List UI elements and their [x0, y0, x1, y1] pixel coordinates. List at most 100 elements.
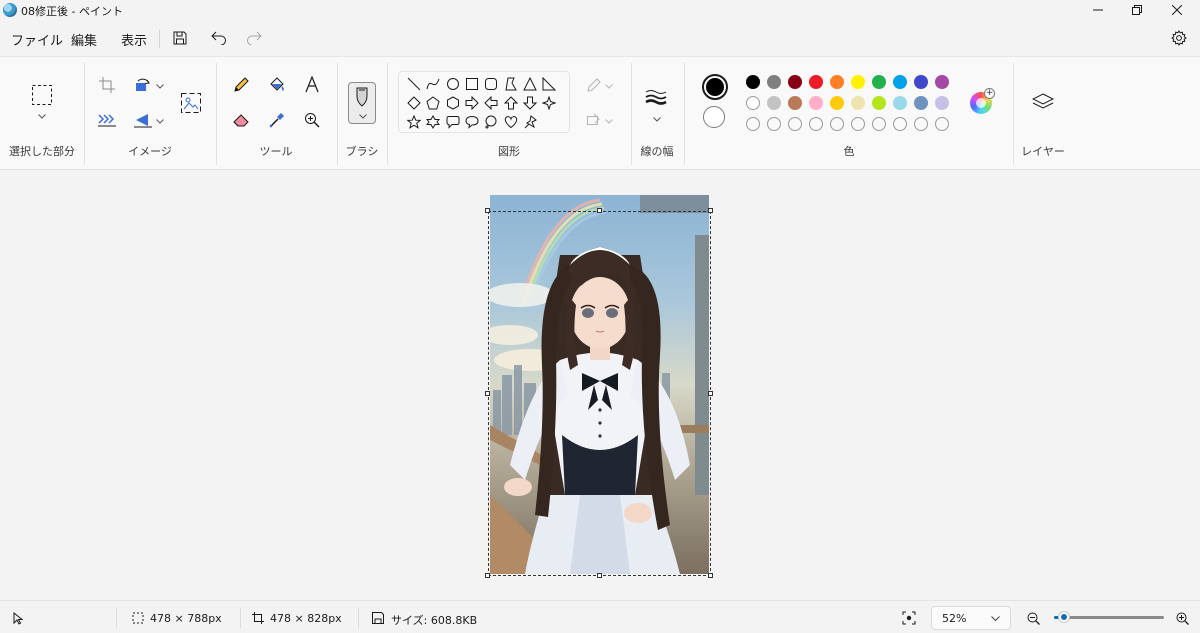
fill-tool-button[interactable] [265, 73, 289, 97]
rotate-button[interactable] [131, 73, 155, 97]
magnifier-tool-button[interactable] [300, 108, 324, 132]
line-shape[interactable] [406, 76, 422, 92]
save-button[interactable] [169, 28, 191, 48]
color-swatch[interactable] [767, 117, 781, 131]
oval-callout-shape[interactable] [464, 114, 480, 130]
zoom-out-button[interactable] [1026, 611, 1040, 625]
fill-dropdown[interactable] [605, 117, 613, 125]
canvas-area[interactable] [0, 171, 1200, 599]
right-triangle-shape[interactable] [541, 76, 557, 92]
color-swatch[interactable] [914, 96, 928, 110]
redo-button[interactable] [243, 28, 265, 48]
color-swatch[interactable] [935, 117, 949, 131]
menu-edit[interactable]: 編集 [71, 30, 97, 49]
diamond-shape[interactable] [406, 95, 422, 111]
fill-style-button[interactable] [582, 108, 606, 132]
flip-dropdown[interactable] [156, 117, 164, 125]
color-swatch[interactable] [788, 96, 802, 110]
zoom-in-button[interactable] [1175, 611, 1189, 625]
color-swatch[interactable] [767, 75, 781, 89]
menu-file[interactable]: ファイル [11, 30, 63, 49]
eraser-tool-button[interactable] [229, 108, 253, 132]
color-swatch[interactable] [893, 75, 907, 89]
resize-handle-left[interactable] [485, 391, 490, 396]
color-picker-button[interactable] [265, 108, 289, 132]
rectangle-shape[interactable] [464, 76, 480, 92]
oval-shape[interactable] [445, 76, 461, 92]
color-swatch[interactable] [767, 96, 781, 110]
color-swatch[interactable] [746, 96, 760, 110]
polygon-shape[interactable] [503, 76, 519, 92]
triangle-shape[interactable] [522, 76, 538, 92]
color-swatch[interactable] [830, 117, 844, 131]
flip-button[interactable] [131, 108, 155, 132]
color-swatch[interactable] [935, 96, 949, 110]
color-swatch[interactable] [914, 117, 928, 131]
color-swatch[interactable] [830, 75, 844, 89]
right-arrow-shape[interactable] [464, 95, 480, 111]
color-swatch[interactable] [872, 75, 886, 89]
select-dropdown[interactable] [38, 112, 46, 120]
six-point-star-shape[interactable] [425, 114, 441, 130]
color-swatch[interactable] [872, 117, 886, 131]
color-swatch[interactable] [893, 117, 907, 131]
color-swatch[interactable] [746, 117, 760, 131]
down-arrow-shape[interactable] [522, 95, 538, 111]
resize-handle-bottom-right[interactable] [708, 573, 713, 578]
pencil-tool-button[interactable] [229, 73, 253, 97]
heart-shape[interactable] [503, 114, 519, 130]
rectangular-callout-shape[interactable] [445, 114, 461, 130]
color-swatch[interactable] [851, 75, 865, 89]
menu-view[interactable]: 表示 [121, 30, 147, 49]
four-point-star-shape[interactable] [541, 95, 557, 111]
settings-button[interactable] [1168, 28, 1190, 48]
five-point-star-shape[interactable] [406, 114, 422, 130]
color-swatch[interactable] [914, 75, 928, 89]
canvas-image[interactable] [490, 195, 709, 574]
resize-handle-right[interactable] [708, 391, 713, 396]
color-swatch[interactable] [788, 75, 802, 89]
brush-selector[interactable] [348, 82, 376, 124]
line-width-button[interactable] [644, 85, 668, 109]
color-swatch[interactable] [893, 96, 907, 110]
line-width-dropdown[interactable] [653, 115, 661, 123]
color-swatch[interactable] [851, 117, 865, 131]
resize-handle-bottom[interactable] [597, 573, 602, 578]
cloud-callout-shape[interactable] [483, 114, 499, 130]
color-swatch[interactable] [809, 117, 823, 131]
color-swatch[interactable] [830, 96, 844, 110]
fit-to-window-button[interactable] [902, 611, 916, 625]
lightning-shape[interactable] [522, 114, 538, 130]
color-swatch[interactable] [851, 96, 865, 110]
zoom-slider-track[interactable] [1054, 616, 1164, 619]
crop-button[interactable] [95, 73, 119, 97]
rounded-rectangle-shape[interactable] [483, 76, 499, 92]
curve-shape[interactable] [425, 76, 441, 92]
zoom-select[interactable]: 52% [931, 606, 1011, 630]
background-remove-button[interactable] [179, 91, 203, 115]
color-swatch[interactable] [809, 96, 823, 110]
undo-button[interactable] [208, 28, 230, 48]
color-swatch[interactable] [788, 117, 802, 131]
resize-handle-bottom-left[interactable] [485, 573, 490, 578]
primary-color[interactable] [702, 74, 728, 100]
hexagon-shape[interactable] [445, 95, 461, 111]
color-swatch[interactable] [746, 75, 760, 89]
resize-handle-top-right[interactable] [708, 208, 713, 213]
outline-dropdown[interactable] [605, 82, 613, 90]
up-arrow-shape[interactable] [503, 95, 519, 111]
text-tool-button[interactable] [300, 73, 324, 97]
zoom-slider-thumb[interactable] [1058, 611, 1070, 623]
resize-button[interactable] [95, 108, 119, 132]
layers-button[interactable] [1031, 91, 1055, 115]
secondary-color[interactable] [703, 106, 725, 128]
select-tool-button[interactable] [30, 83, 54, 107]
color-swatch[interactable] [872, 96, 886, 110]
resize-handle-top[interactable] [597, 208, 602, 213]
color-swatch[interactable] [809, 75, 823, 89]
color-swatch[interactable] [935, 75, 949, 89]
resize-handle-top-left[interactable] [485, 208, 490, 213]
rotate-dropdown[interactable] [156, 82, 164, 90]
outline-style-button[interactable] [582, 73, 606, 97]
left-arrow-shape[interactable] [483, 95, 499, 111]
